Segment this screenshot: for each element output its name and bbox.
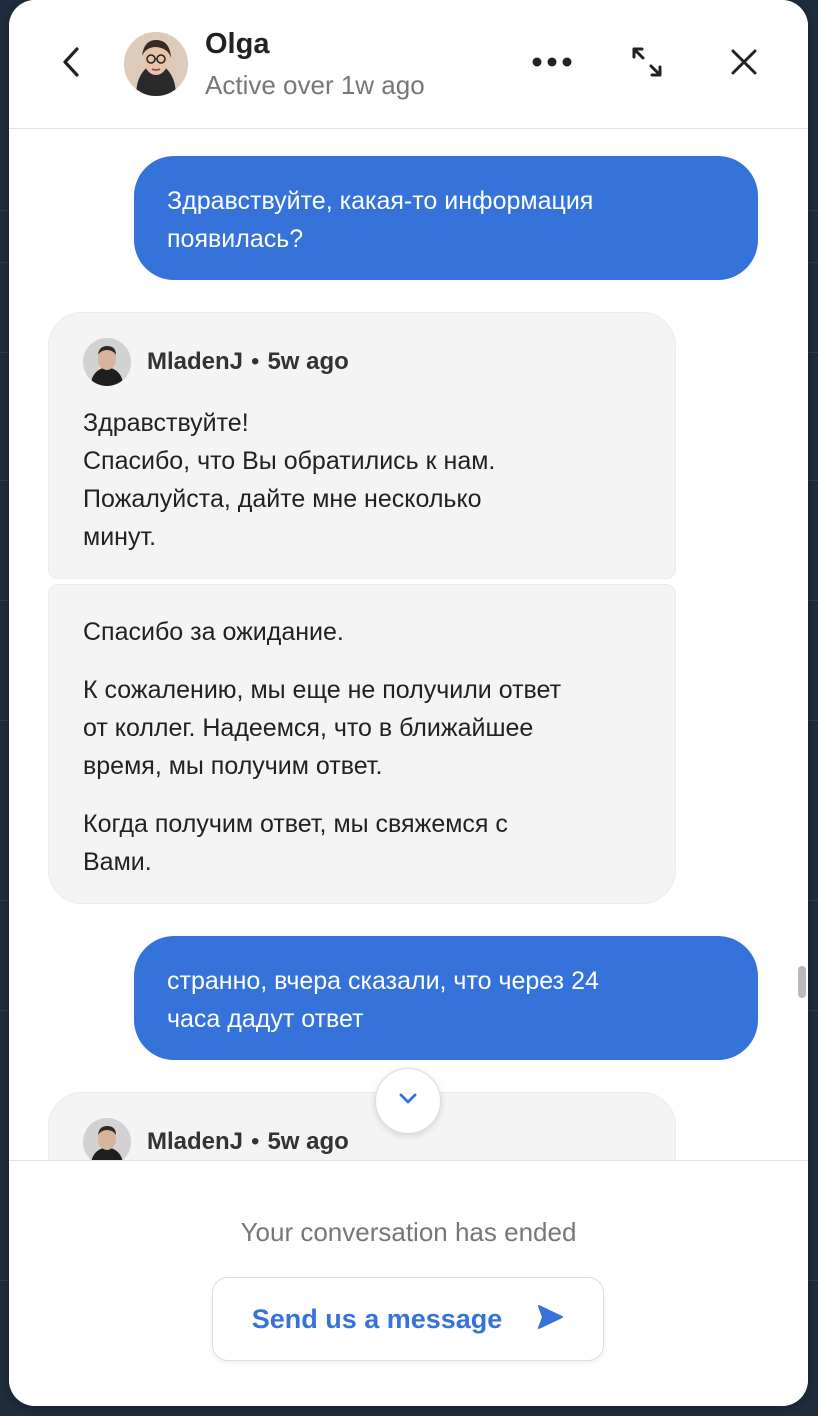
incoming-message: Спасибо за ожидание. К сожалению, мы еще… (48, 584, 676, 904)
message-text: Здравствуйте! Спасибо, что Вы обратились… (83, 404, 641, 556)
message-line: Спасибо за ожидание. (83, 618, 344, 646)
contact-name: Olga (205, 28, 270, 60)
scrollbar[interactable] (798, 966, 806, 998)
meta-separator: • (251, 348, 260, 375)
message-line: Когда получим ответ, мы свяжемся с (83, 810, 508, 838)
message-line: минут. (83, 523, 157, 551)
background-page-peek (0, 1406, 818, 1416)
expand-icon (630, 45, 664, 84)
chevron-down-icon (398, 1092, 418, 1111)
more-horizontal-icon (531, 55, 573, 73)
message-line: от коллег. Надеемся, что в ближайшее (83, 714, 534, 742)
outgoing-message: Здравствуйте, какая-то информация появил… (134, 156, 758, 280)
message-line: время, мы получим ответ. (83, 752, 383, 780)
message-meta: MladenJ • 5w ago (83, 1117, 641, 1160)
avatar (83, 1118, 131, 1160)
message-time: 5w ago (267, 1128, 349, 1155)
chat-footer: Your conversation has ended Send us a me… (9, 1160, 808, 1406)
message-list[interactable]: Здравствуйте, какая-то информация появил… (9, 130, 808, 1160)
message-paragraph: Спасибо за ожидание. (83, 613, 641, 651)
close-button[interactable] (724, 44, 764, 84)
message-line: странно, вчера сказали, что через 24 (167, 967, 599, 995)
avatar (124, 32, 188, 96)
meta-separator: • (251, 1128, 260, 1155)
message-line: Спасибо, что Вы обратились к нам. (83, 447, 496, 475)
outgoing-message: странно, вчера сказали, что через 24 час… (134, 936, 758, 1060)
chat-window: Olga Active over 1w ago Здравствуйте, ка… (9, 0, 808, 1406)
conversation-ended-text: Your conversation has ended (240, 1217, 577, 1247)
back-button[interactable] (53, 40, 89, 88)
message-paragraph: К сожалению, мы еще не получили ответ от… (83, 671, 641, 785)
avatar (83, 338, 131, 386)
incoming-message: MladenJ • 5w ago (48, 1092, 676, 1160)
message-meta: MladenJ • 5w ago (83, 337, 641, 387)
message-line: К сожалению, мы еще не получили ответ (83, 676, 562, 704)
message-line: Пожалуйста, дайте мне несколько (83, 485, 482, 513)
close-icon (730, 48, 758, 81)
incoming-message: MladenJ • 5w ago Здравствуйте! Спасибо, … (48, 312, 676, 579)
message-line: Вами. (83, 848, 152, 876)
more-options-button[interactable] (527, 44, 577, 84)
contact-status: Active over 1w ago (205, 70, 425, 100)
chat-header: Olga Active over 1w ago (9, 0, 808, 129)
message-line: часа дадут ответ (167, 1005, 364, 1033)
message-line: Здравствуйте! (83, 409, 249, 437)
send-message-button[interactable]: Send us a message (212, 1277, 604, 1361)
message-line: Здравствуйте, какая-то информация (167, 187, 594, 215)
message-time: 5w ago (267, 348, 349, 375)
message-paragraph: Когда получим ответ, мы свяжемся с Вами. (83, 805, 641, 881)
message-line: появилась? (167, 225, 304, 253)
send-button-label: Send us a message (251, 1303, 503, 1334)
sender-name: MladenJ (147, 348, 244, 375)
scroll-to-bottom-button[interactable] (375, 1068, 441, 1134)
expand-button[interactable] (627, 44, 667, 84)
send-arrow-icon (536, 1303, 564, 1336)
sender-name: MladenJ (147, 1128, 244, 1155)
chevron-left-icon (61, 46, 81, 83)
